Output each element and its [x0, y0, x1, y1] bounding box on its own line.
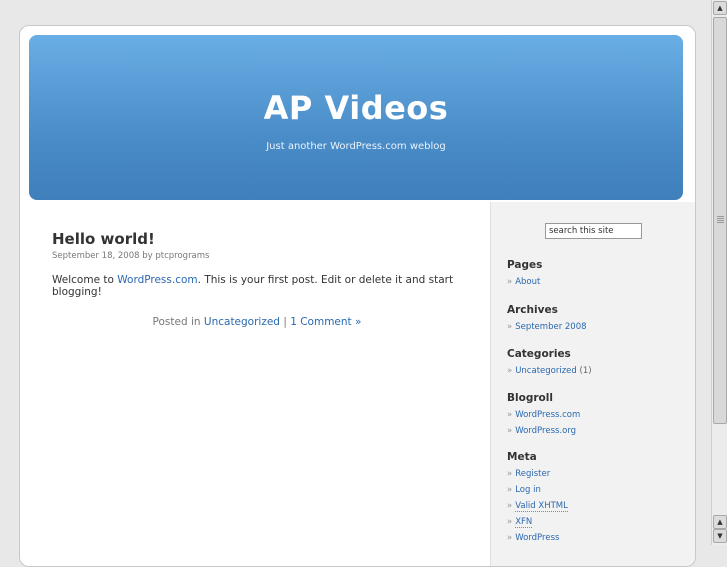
xfn-link[interactable]: XFN: [515, 517, 533, 528]
archives-heading: Archives: [507, 304, 558, 316]
list-item: » Register: [507, 469, 568, 479]
blogroll-link-wordpress-com[interactable]: WordPress.com: [515, 410, 580, 420]
bullet-icon: »: [507, 517, 513, 527]
list-item: » September 2008: [507, 322, 587, 332]
bullet-icon: »: [507, 469, 513, 479]
posted-in-label: Posted in: [152, 316, 204, 328]
post-meta: September 18, 2008 by ptcprograms: [52, 251, 210, 261]
post-title[interactable]: Hello world!: [52, 230, 462, 248]
list-item: » About: [507, 277, 542, 287]
meta-heading: Meta: [507, 451, 537, 463]
blogroll-heading: Blogroll: [507, 392, 553, 404]
meta-widget: Meta » Register » Log in » Valid XHTML » XFN…: [507, 451, 568, 549]
list-item: » Valid XHTML: [507, 501, 568, 512]
pages-widget: Pages » About: [507, 259, 542, 293]
sidebar: Pages »About Archives »September 2008 Ca…: [490, 202, 695, 566]
wordpress-link[interactable]: WordPress: [515, 533, 559, 543]
scroll-down-icon[interactable]: ▼: [713, 529, 727, 543]
blog-title[interactable]: AP Videos: [29, 89, 683, 127]
page-frame: AP Videos Just another WordPress.com web…: [19, 25, 696, 567]
scroll-up-icon[interactable]: ▲: [713, 1, 727, 15]
post-body-prefix: Welcome to: [52, 274, 118, 286]
scrollbar-thumb[interactable]: [713, 17, 727, 424]
scroll-up-lower-icon[interactable]: ▲: [713, 515, 727, 529]
blog-header: AP Videos Just another WordPress.com web…: [29, 35, 683, 200]
bullet-icon: »: [507, 410, 513, 420]
category-link[interactable]: Uncategorized: [204, 316, 280, 328]
category-link-uncategorized[interactable]: Uncategorized: [515, 366, 577, 376]
bullet-icon: »: [507, 366, 513, 376]
post-body: Welcome to WordPress.com. This is your f…: [52, 274, 462, 298]
login-link[interactable]: Log in: [515, 485, 541, 495]
categories-widget: Categories » Uncategorized (1): [507, 348, 592, 382]
bullet-icon: »: [507, 277, 513, 287]
list-item: » Uncategorized (1): [507, 366, 592, 376]
post-footer: Posted in Uncategorized | 1 Comment »: [52, 316, 462, 328]
valid-xhtml-link[interactable]: Valid XHTML: [515, 501, 568, 512]
archive-link[interactable]: September 2008: [515, 322, 586, 332]
category-count: (1): [579, 366, 592, 376]
wordpress-com-link[interactable]: WordPress.com: [117, 274, 197, 286]
pages-heading: Pages: [507, 259, 543, 271]
page-link-about[interactable]: About: [515, 277, 540, 287]
bullet-icon: »: [507, 322, 513, 332]
list-item: » XFN: [507, 517, 568, 528]
bullet-icon: »: [507, 485, 513, 495]
list-item: » WordPress.com: [507, 410, 580, 420]
bullet-icon: »: [507, 533, 513, 543]
main-content: Hello world! September 18, 2008 by ptcpr…: [52, 230, 462, 328]
blogroll-link-wordpress-org[interactable]: WordPress.org: [515, 426, 576, 436]
list-item: » WordPress: [507, 533, 568, 543]
comments-link[interactable]: 1 Comment »: [290, 316, 361, 328]
footer-separator: |: [279, 316, 291, 328]
archives-widget: Archives » September 2008: [507, 304, 587, 338]
grip-icon: [717, 216, 724, 224]
search-input[interactable]: [545, 223, 642, 239]
vertical-scrollbar[interactable]: ▲ ▲ ▼: [711, 0, 727, 545]
bullet-icon: »: [507, 501, 513, 511]
categories-heading: Categories: [507, 348, 571, 360]
blogroll-widget: Blogroll » WordPress.com » WordPress.org: [507, 392, 580, 442]
list-item: » Log in: [507, 485, 568, 495]
list-item: » WordPress.org: [507, 426, 580, 436]
bullet-icon: »: [507, 426, 513, 436]
blog-description: Just another WordPress.com weblog: [266, 141, 446, 152]
register-link[interactable]: Register: [515, 469, 550, 479]
